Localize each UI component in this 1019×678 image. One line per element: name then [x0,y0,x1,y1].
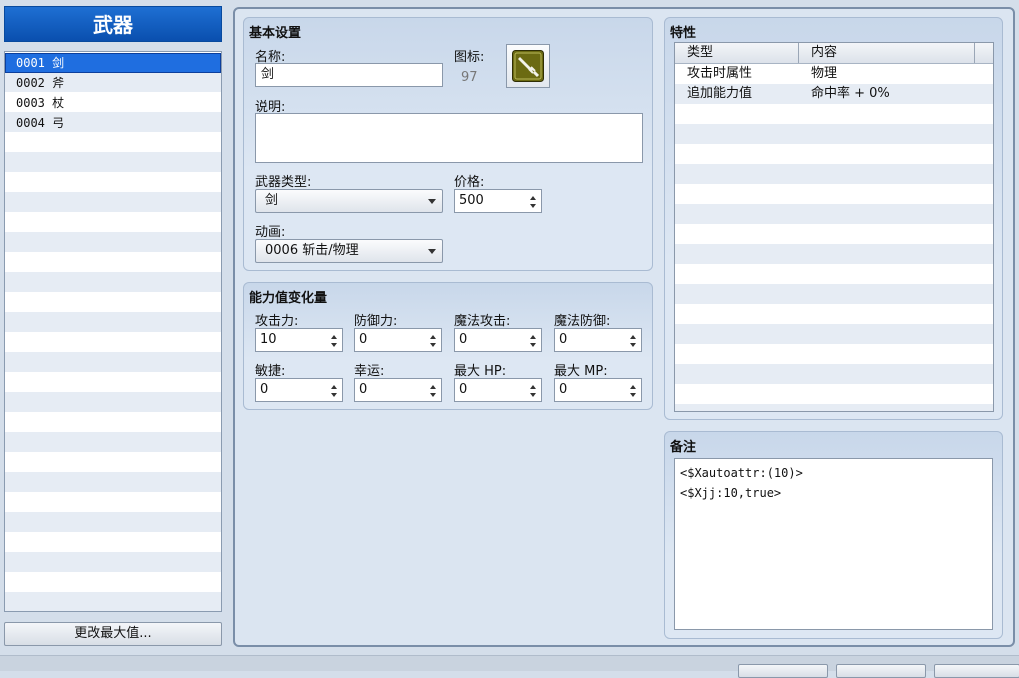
max-hp-label: 最大 HP: [454,364,507,379]
spin-up-icon[interactable] [630,385,636,389]
traits-group: 特性 类型 内容 攻击时属性 物理 追加能力值 命中率 + 0% [664,17,1003,420]
luck-stepper[interactable]: 0 [354,378,442,402]
max-mp-value: 0 [559,382,568,397]
column-divider [798,43,799,63]
spin-up-icon[interactable] [530,196,536,200]
attack-value: 10 [260,332,277,347]
list-item[interactable]: 0003 杖 [5,93,221,113]
weapon-list[interactable]: 0001 剑 0002 斧 0003 杖 0004 弓 [4,51,222,612]
magic-defense-stepper[interactable]: 0 [554,328,642,352]
weapon-editor: 基本设置 名称: 剑 图标: 97 说明: 武器类型: 剑 价格: 500 动画… [233,7,1015,647]
spin-down-icon[interactable] [430,393,436,397]
list-item[interactable]: 0002 斧 [5,73,221,93]
spin-down-icon[interactable] [530,343,536,347]
icon-label: 图标: [454,50,485,65]
magic-attack-value: 0 [459,332,468,347]
spin-down-icon[interactable] [530,204,536,208]
note-title: 备注 [670,440,697,455]
table-row[interactable]: 追加能力值 命中率 + 0% [675,84,993,104]
ok-button[interactable] [738,664,828,678]
icon-picker[interactable] [506,44,550,88]
defense-value: 0 [359,332,368,347]
weapon-type-select[interactable]: 剑 [255,189,443,213]
name-input[interactable]: 剑 [255,63,443,87]
max-mp-stepper[interactable]: 0 [554,378,642,402]
trait-type: 攻击时属性 [687,66,753,81]
col-content-header: 内容 [811,45,838,60]
basic-settings-group: 基本设置 名称: 剑 图标: 97 说明: 武器类型: 剑 价格: 500 动画… [243,17,653,271]
spin-up-icon[interactable] [430,385,436,389]
defense-label: 防御力: [354,314,398,329]
agility-stepper[interactable]: 0 [255,378,343,402]
trait-type: 追加能力值 [687,86,753,101]
weapon-type-value: 剑 [265,193,279,208]
table-row[interactable]: 攻击时属性 物理 [675,64,993,84]
param-changes-title: 能力值变化量 [249,291,328,306]
max-mp-label: 最大 MP: [554,364,608,379]
column-divider [974,43,975,63]
price-stepper[interactable]: 500 [454,189,542,213]
magic-defense-label: 魔法防御: [554,314,611,329]
spin-down-icon[interactable] [630,393,636,397]
magic-attack-label: 魔法攻击: [454,314,511,329]
icon-index: 97 [461,70,478,85]
animation-label: 动画: [255,225,286,240]
list-item[interactable]: 0004 弓 [5,113,221,133]
basic-settings-title: 基本设置 [249,26,302,41]
animation-select[interactable]: 0006 斩击/物理 [255,239,443,263]
luck-value: 0 [359,382,368,397]
trait-content: 物理 [811,66,838,81]
note-group: 备注 <$Xautoattr:(10)> <$Xjj:10,true> [664,431,1003,639]
spin-down-icon[interactable] [331,393,337,397]
trait-content: 命中率 + 0% [811,86,890,101]
spin-down-icon[interactable] [630,343,636,347]
spin-up-icon[interactable] [331,335,337,339]
max-hp-value: 0 [459,382,468,397]
luck-label: 幸运: [354,364,385,379]
animation-value: 0006 斩击/物理 [265,243,359,258]
traits-table[interactable]: 类型 内容 攻击时属性 物理 追加能力值 命中率 + 0% [674,42,994,412]
traits-table-header: 类型 内容 [675,43,993,64]
spin-up-icon[interactable] [331,385,337,389]
attack-stepper[interactable]: 10 [255,328,343,352]
list-title: 武器 [4,6,222,42]
max-hp-stepper[interactable]: 0 [454,378,542,402]
note-textarea[interactable]: <$Xautoattr:(10)> <$Xjj:10,true> [674,458,993,630]
attack-label: 攻击力: [255,314,299,329]
chevron-down-icon [428,199,436,204]
spin-down-icon[interactable] [331,343,337,347]
traits-title: 特性 [670,26,697,41]
list-item[interactable]: 0001 剑 [5,53,221,73]
change-max-button[interactable]: 更改最大值... [4,622,222,646]
price-value: 500 [459,193,484,208]
param-changes-group: 能力值变化量 攻击力: 10 防御力: 0 魔法攻击: 0 魔法防御: 0 敏捷… [243,282,653,410]
agility-label: 敏捷: [255,364,286,379]
spin-up-icon[interactable] [530,385,536,389]
weapon-type-label: 武器类型: [255,175,312,190]
spin-up-icon[interactable] [630,335,636,339]
col-type-header: 类型 [687,45,714,60]
defense-stepper[interactable]: 0 [354,328,442,352]
spin-down-icon[interactable] [530,393,536,397]
chevron-down-icon [428,249,436,254]
sword-icon [512,50,544,82]
apply-button[interactable] [934,664,1019,678]
cancel-button[interactable] [836,664,926,678]
spin-up-icon[interactable] [430,335,436,339]
magic-attack-stepper[interactable]: 0 [454,328,542,352]
magic-defense-value: 0 [559,332,568,347]
description-input[interactable] [255,113,643,163]
agility-value: 0 [260,382,269,397]
spin-down-icon[interactable] [430,343,436,347]
price-label: 价格: [454,175,485,190]
spin-up-icon[interactable] [530,335,536,339]
